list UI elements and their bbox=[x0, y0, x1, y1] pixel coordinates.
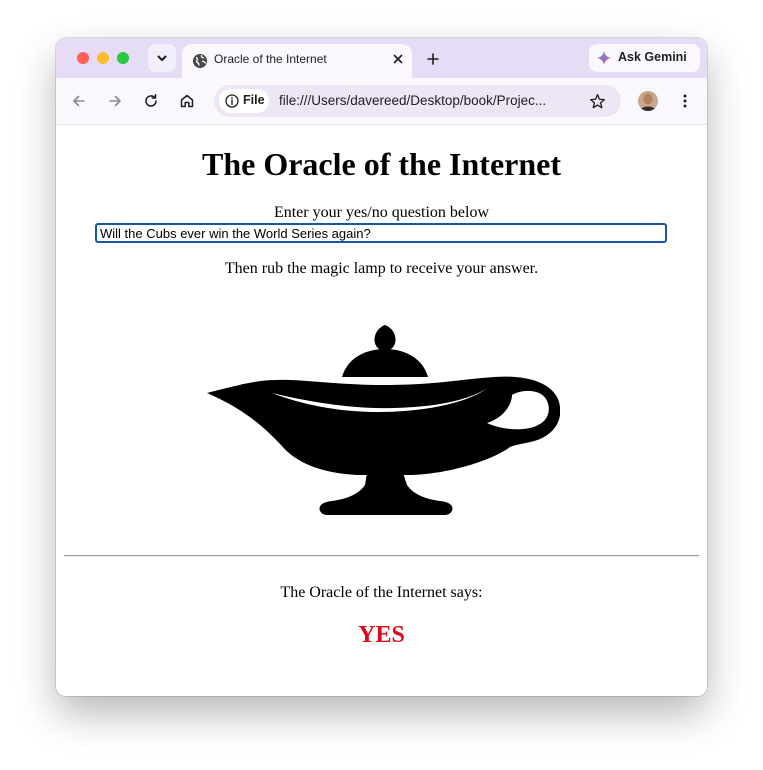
bookmark-button[interactable] bbox=[585, 89, 609, 113]
oracle-answer: YES bbox=[358, 622, 405, 648]
lamp-lid bbox=[342, 349, 428, 377]
gemini-sparkle-icon bbox=[597, 51, 611, 65]
title-bar: Oracle of the Internet Ask Gemini bbox=[56, 38, 707, 78]
tab-close-button[interactable] bbox=[388, 49, 408, 69]
tab-list-button[interactable] bbox=[148, 44, 176, 72]
forward-icon bbox=[109, 95, 121, 107]
more-vert-icon bbox=[683, 94, 687, 108]
browser-window: Oracle of the Internet Ask Gemini File f… bbox=[56, 38, 707, 696]
star-icon bbox=[589, 93, 605, 108]
lamp-instruction: Then rub the magic lamp to receive your … bbox=[224, 260, 539, 277]
page-title: The Oracle of the Internet bbox=[201, 146, 561, 182]
window-maximize-button[interactable] bbox=[117, 52, 129, 64]
home-button[interactable] bbox=[175, 89, 199, 113]
lamp-lid-knob bbox=[374, 325, 396, 352]
browser-toolbar: File file:///Users/davereed/Desktop/book… bbox=[56, 78, 707, 125]
home-icon bbox=[180, 94, 194, 108]
back-button[interactable] bbox=[67, 89, 91, 113]
plus-icon bbox=[427, 53, 439, 65]
question-prompt: Enter your yes/no question below bbox=[273, 204, 490, 221]
back-icon bbox=[73, 95, 85, 107]
lamp-base bbox=[319, 473, 453, 515]
close-icon bbox=[393, 54, 403, 64]
site-chip-label: File bbox=[243, 93, 265, 107]
info-icon bbox=[225, 94, 239, 108]
globe-icon bbox=[193, 54, 207, 68]
ask-gemini-label: Ask Gemini bbox=[618, 50, 687, 64]
page-content: The Oracle of the Internet Enter your ye… bbox=[56, 125, 707, 696]
lamp-body bbox=[207, 376, 560, 475]
chevron-down-icon bbox=[157, 55, 167, 61]
forward-button[interactable] bbox=[103, 89, 127, 113]
browser-menu-button[interactable] bbox=[673, 89, 697, 113]
new-tab-button[interactable] bbox=[422, 48, 444, 70]
address-bar[interactable]: File file:///Users/davereed/Desktop/book… bbox=[214, 85, 621, 117]
avatar[interactable] bbox=[638, 91, 658, 111]
reload-button[interactable] bbox=[139, 89, 163, 113]
ask-gemini-button[interactable]: Ask Gemini bbox=[589, 44, 700, 72]
reload-icon bbox=[145, 94, 157, 107]
magic-lamp-image[interactable] bbox=[204, 323, 560, 517]
oracle-says-label: The Oracle of the Internet says: bbox=[280, 584, 483, 601]
profile-avatar-icon bbox=[638, 91, 658, 111]
horizontal-divider bbox=[64, 555, 699, 557]
tab-oracle[interactable]: Oracle of the Internet bbox=[182, 44, 412, 78]
site-info-chip[interactable]: File bbox=[219, 89, 269, 113]
window-close-button[interactable] bbox=[77, 52, 89, 64]
question-input[interactable] bbox=[95, 223, 667, 243]
url-text[interactable]: file:///Users/davereed/Desktop/book/Proj… bbox=[279, 93, 579, 108]
tab-title: Oracle of the Internet bbox=[214, 52, 327, 66]
window-minimize-button[interactable] bbox=[97, 52, 109, 64]
